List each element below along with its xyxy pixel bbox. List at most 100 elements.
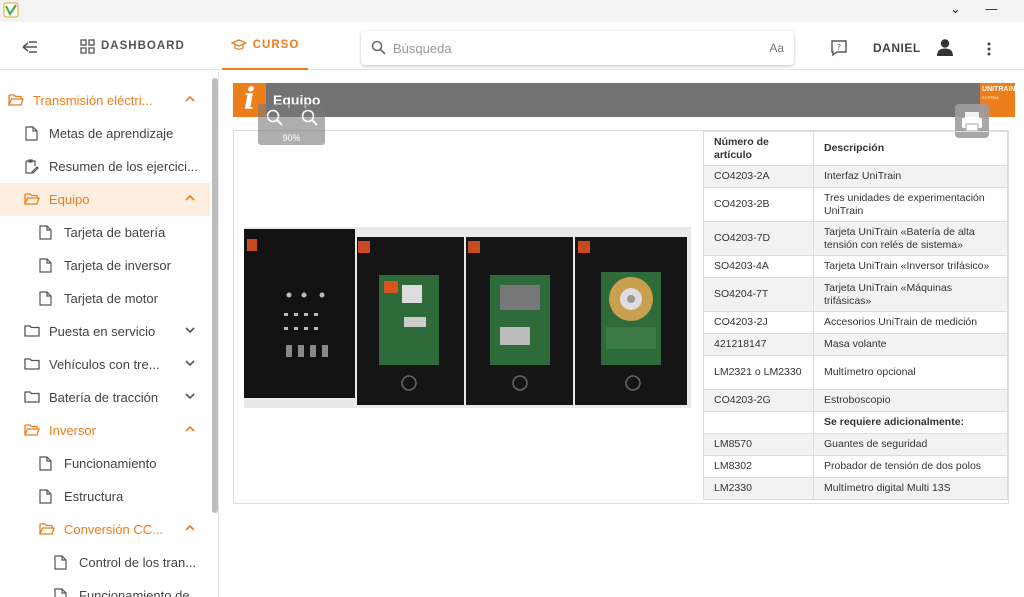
sidebar-item-label: Funcionamiento de xyxy=(79,588,190,597)
table-cell: 421218147 xyxy=(703,333,814,356)
tab-curso-label: CURSO xyxy=(252,39,300,51)
sidebar-item-puesta-servicio[interactable]: Puesta en servicio xyxy=(0,315,210,348)
table-cell: LM8570 xyxy=(703,433,814,456)
parts-table: Número de artículo Descripción CO4203-2A… xyxy=(703,131,1008,500)
title-bar: ⌄ — xyxy=(0,0,1024,22)
sidebar-item-estructura[interactable]: Estructura xyxy=(0,480,210,513)
chevron-down-icon[interactable] xyxy=(184,392,196,400)
folder-icon xyxy=(24,358,40,370)
sidebar-item-label: Resumen de los ejercici... xyxy=(49,159,198,174)
table-cell: SO4203-4A xyxy=(703,255,814,278)
chevron-down-icon[interactable] xyxy=(184,359,196,367)
table-row: LM8570 Guantes de seguridad xyxy=(703,433,1008,456)
collapse-sidebar-icon[interactable] xyxy=(20,37,40,57)
table-cell: CO4203-2J xyxy=(703,311,814,334)
sidebar-item-inversor[interactable]: Inversor xyxy=(0,414,210,447)
top-navbar: DASHBOARD CURSO Aa ? DANIEL xyxy=(0,22,1024,70)
user-avatar-icon[interactable] xyxy=(936,38,954,56)
chevron-down-icon[interactable] xyxy=(184,326,196,334)
table-cell: Masa volante xyxy=(813,333,1008,356)
document-icon xyxy=(39,291,52,306)
folder-open-icon xyxy=(8,94,24,106)
table-row: LM8302 Probador de tensión de dos polos xyxy=(703,455,1008,478)
table-cell: Tarjeta UniTrain «Batería de alta tensió… xyxy=(813,221,1008,256)
folder-icon xyxy=(24,391,40,403)
sidebar-item-tarjeta-motor[interactable]: Tarjeta de motor xyxy=(0,282,210,315)
document-icon xyxy=(39,456,52,471)
sidebar-scrollbar[interactable] xyxy=(212,78,218,513)
zoom-level: 90% xyxy=(282,133,301,143)
sidebar-item-control-transistores[interactable]: Control de los tran... xyxy=(0,546,210,579)
folder-open-icon xyxy=(39,523,55,535)
sidebar-item-vehiculos[interactable]: Vehículos con tre... xyxy=(0,348,210,381)
clipboard-edit-icon xyxy=(25,159,39,174)
match-case-toggle[interactable]: Aa xyxy=(769,41,784,55)
table-cell: Multímetro digital Multi 13S xyxy=(813,477,1008,500)
table-cell: CO4203-2A xyxy=(703,165,814,188)
sidebar-item-label: Estructura xyxy=(64,489,124,504)
table-cell xyxy=(703,411,814,434)
help-icon[interactable]: ? xyxy=(830,39,848,57)
zoom-out-icon[interactable] xyxy=(300,108,320,128)
sidebar-item-resumen[interactable]: Resumen de los ejercici... xyxy=(0,150,210,183)
table-row: CO4203-2A Interfaz UniTrain xyxy=(703,165,1008,188)
table-cell: LM8302 xyxy=(703,455,814,478)
tab-curso[interactable]: CURSO xyxy=(222,22,308,70)
table-row: CO4203-2G Estroboscopio xyxy=(703,389,1008,412)
table-cell: Estroboscopio xyxy=(813,389,1008,412)
sidebar-item-funcionamiento-de[interactable]: Funcionamiento de xyxy=(0,579,210,597)
table-cell: CO4203-7D xyxy=(703,221,814,256)
chevron-up-icon[interactable] xyxy=(184,95,196,103)
table-cell: Tarjeta UniTrain «Máquinas trifásicas» xyxy=(813,277,1008,312)
chevron-up-icon[interactable] xyxy=(184,194,196,202)
sidebar-item-tarjeta-inversor[interactable]: Tarjeta de inversor xyxy=(0,249,210,282)
table-cell: Se requiere adicionalmente: xyxy=(813,411,1008,434)
zoom-in-icon[interactable] xyxy=(265,108,285,128)
chevron-up-icon[interactable] xyxy=(184,425,196,433)
sidebar-item-equipo[interactable]: Equipo xyxy=(0,183,210,216)
table-cell: Guantes de seguridad xyxy=(813,433,1008,456)
sidebar-item-tarjeta-bateria[interactable]: Tarjeta de batería xyxy=(0,216,210,249)
sidebar-item-label: Batería de tracción xyxy=(49,390,159,405)
zoom-panel: 90% xyxy=(258,104,325,145)
sidebar: Transmisión eléctri... Metas de aprendiz… xyxy=(0,80,218,597)
table-cell: CO4203-2B xyxy=(703,187,814,222)
search-box: Aa xyxy=(361,31,794,65)
folder-open-icon xyxy=(24,193,40,205)
table-cell: Tres unidades de experimentación UniTrai… xyxy=(813,187,1008,222)
document-icon xyxy=(54,588,67,597)
user-name[interactable]: DANIEL xyxy=(873,41,921,55)
search-input[interactable] xyxy=(393,31,753,65)
table-row: CO4203-2J Accesorios UniTrain de medició… xyxy=(703,311,1008,334)
table-row: SO4204-7T Tarjeta UniTrain «Máquinas tri… xyxy=(703,277,1008,312)
search-icon xyxy=(371,40,386,55)
table-cell: Probador de tensión de dos polos xyxy=(813,455,1008,478)
sidebar-item-label: Vehículos con tre... xyxy=(49,357,160,372)
chevron-up-icon[interactable] xyxy=(184,524,196,532)
more-vertical-icon[interactable] xyxy=(985,42,993,56)
table-row: 421218147 Masa volante xyxy=(703,333,1008,356)
sidebar-item-label: Tarjeta de motor xyxy=(64,291,158,306)
table-cell: Multímetro opcional xyxy=(813,355,1008,390)
minimize-button[interactable]: ⌄ xyxy=(950,2,961,17)
table-cell: CO4203-2G xyxy=(703,389,814,412)
sidebar-item-transmision[interactable]: Transmisión eléctri... xyxy=(0,84,210,117)
table-cell: LM2330 xyxy=(703,477,814,500)
sidebar-item-funcionamiento[interactable]: Funcionamiento xyxy=(0,447,210,480)
tab-dashboard[interactable]: DASHBOARD xyxy=(80,22,185,70)
folder-icon xyxy=(24,325,40,337)
sidebar-item-bateria-traccion[interactable]: Batería de tracción xyxy=(0,381,210,414)
document-icon xyxy=(25,126,38,141)
equipment-photo xyxy=(244,227,691,408)
graduation-cap-icon xyxy=(230,39,247,50)
sidebar-item-metas[interactable]: Metas de aprendizaje xyxy=(0,117,210,150)
app-logo-icon xyxy=(3,2,19,18)
sidebar-item-conversion-cc[interactable]: Conversión CC... xyxy=(0,513,210,546)
table-row: Se requiere adicionalmente: xyxy=(703,411,1008,434)
folder-open-icon xyxy=(24,424,40,436)
sidebar-item-label: Metas de aprendizaje xyxy=(49,126,174,141)
document-icon xyxy=(39,489,52,504)
table-row: CO4203-2B Tres unidades de experimentaci… xyxy=(703,187,1008,222)
maximize-button[interactable]: — xyxy=(985,2,998,17)
table-row: SO4203-4A Tarjeta UniTrain «Inversor tri… xyxy=(703,255,1008,278)
